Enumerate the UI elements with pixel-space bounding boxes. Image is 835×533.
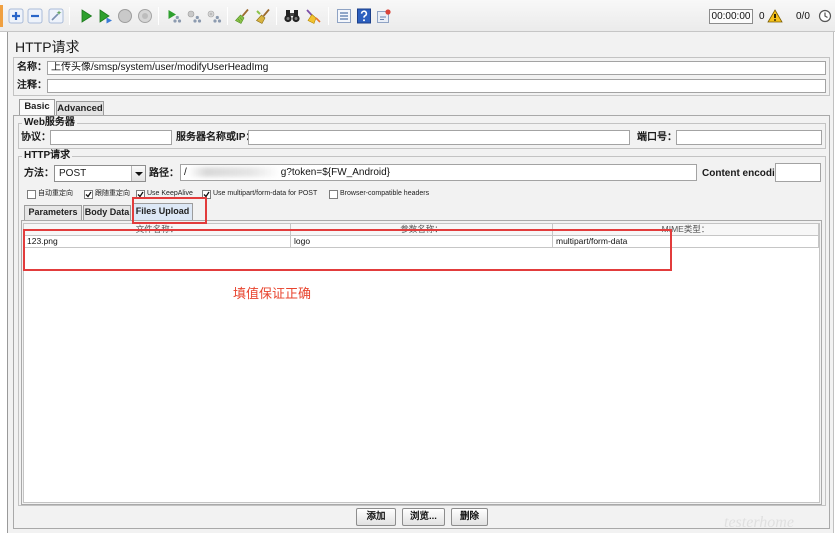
path-field[interactable]: / g?token=${FW_Android}: [180, 164, 697, 181]
clear-button[interactable]: [233, 7, 251, 25]
dropdown-arrow[interactable]: [131, 166, 145, 181]
function-helper-icon: [337, 9, 351, 23]
warning-icon: [767, 8, 783, 22]
toggle-button[interactable]: [47, 7, 65, 25]
chevron-down-icon: [135, 172, 143, 176]
multipart-label: Use multipart/form-data for POST: [213, 190, 318, 197]
watermark: testerhome: [724, 514, 794, 531]
remote-stop-all-icon: [187, 10, 202, 23]
redirect-automatically-label: 自动重定向: [38, 190, 73, 197]
browser-compatible-headers-label: Browser-compatible headers: [340, 190, 430, 197]
plugins-manager-button[interactable]: [375, 7, 393, 25]
reset-search-button[interactable]: [304, 7, 322, 25]
name-field[interactable]: 上传头像/smsp/system/user/modifyUserHeadImg: [47, 61, 826, 75]
port-label: 端口号：: [637, 132, 677, 143]
path-label: 路径：: [149, 168, 179, 179]
stop-button[interactable]: [116, 7, 134, 25]
http-request-group-label: HTTP请求: [22, 150, 73, 162]
start-button[interactable]: [77, 7, 95, 25]
browse-file-button[interactable]: 浏览...: [402, 508, 445, 526]
remote-shutdown-all-button[interactable]: [205, 7, 223, 25]
delete-file-button[interactable]: 删除: [451, 508, 488, 526]
follow-redirects-checkbox[interactable]: [84, 190, 93, 199]
toolbar-separator: [328, 7, 329, 25]
shutdown-icon: [138, 9, 152, 23]
path-prefix: /: [184, 167, 187, 178]
protocol-field[interactable]: [50, 130, 172, 145]
start-no-pauses-icon: [99, 9, 112, 24]
window-edge-accent: [0, 5, 3, 27]
main-toolbar: 00:00:00 0 0/0: [0, 0, 835, 32]
name-label: 名称：: [17, 62, 47, 73]
tab-basic[interactable]: Basic: [19, 99, 55, 115]
page-title: HTTP请求: [15, 39, 80, 55]
web-server-group-label: Web服务器: [22, 117, 77, 129]
elapsed-time: 00:00:00: [709, 9, 753, 24]
remote-start-all-icon: [168, 10, 182, 23]
help-icon: [357, 8, 371, 24]
comment-field[interactable]: [47, 79, 826, 93]
remote-start-all-button[interactable]: [165, 7, 183, 25]
redacted-path-segment: [187, 167, 280, 178]
reset-search-icon: [306, 9, 321, 24]
expand-all-icon: [8, 8, 24, 24]
status-indicator-icon: [818, 9, 832, 23]
files-table-highlight: [23, 229, 672, 271]
remote-shutdown-all-icon: [207, 10, 222, 23]
active-threads: 0/0: [796, 11, 810, 22]
method-label: 方法：: [24, 168, 54, 179]
content-encoding-field[interactable]: [775, 163, 821, 182]
collapse-all-icon: [27, 8, 43, 24]
server-label: 服务器名称或IP：: [176, 132, 256, 143]
port-field[interactable]: [676, 130, 822, 145]
server-field[interactable]: [248, 130, 630, 145]
shutdown-button[interactable]: [136, 7, 154, 25]
error-log-button[interactable]: [767, 8, 783, 23]
toolbar-separator: [276, 7, 277, 25]
annotation-note: 填值保证正确: [233, 286, 312, 301]
start-icon: [81, 9, 93, 23]
clear-all-icon: [256, 8, 270, 24]
plugins-manager-icon: [377, 9, 391, 23]
files-upload-tab-highlight: [132, 197, 207, 224]
toolbar-separator: [227, 7, 228, 25]
clear-all-button[interactable]: [254, 7, 272, 25]
browser-compatible-headers-checkbox[interactable]: [329, 190, 338, 199]
comment-label: 注释：: [17, 80, 47, 91]
stop-icon: [118, 9, 132, 23]
toggle-icon: [48, 8, 64, 24]
path-suffix: g?token=${FW_Android}: [280, 167, 391, 178]
start-no-pauses-button[interactable]: [96, 7, 114, 25]
search-button[interactable]: [283, 7, 301, 25]
remote-stop-all-button[interactable]: [185, 7, 203, 25]
toolbar-separator: [158, 7, 159, 25]
status-indicator: [818, 9, 832, 23]
add-file-button[interactable]: 添加: [356, 508, 396, 526]
tab-advanced[interactable]: Advanced: [56, 101, 104, 116]
redirect-automatically-checkbox[interactable]: [27, 190, 36, 199]
method-value: POST: [59, 168, 87, 179]
protocol-label: 协议：: [21, 132, 51, 143]
tab-body-data[interactable]: Body Data: [83, 205, 131, 220]
help-button[interactable]: [355, 7, 373, 25]
checkmark-icon: [85, 191, 92, 198]
collapse-all-button[interactable]: [26, 7, 44, 25]
follow-redirects-label: 跟随重定向: [95, 190, 130, 197]
clear-icon: [235, 8, 249, 24]
expand-all-button[interactable]: [7, 7, 25, 25]
method-select[interactable]: POST: [54, 165, 146, 182]
tab-parameters[interactable]: Parameters: [24, 205, 82, 220]
search-icon: [284, 10, 300, 23]
toolbar-separator: [69, 7, 70, 25]
function-helper-button[interactable]: [335, 7, 353, 25]
error-count: 0: [759, 11, 765, 22]
